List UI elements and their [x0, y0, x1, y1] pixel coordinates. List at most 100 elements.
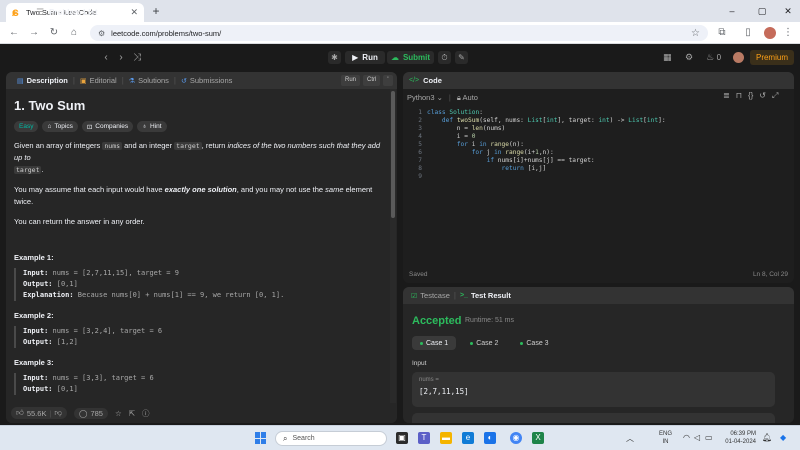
streak-counter[interactable]: ♨ 0	[706, 51, 721, 64]
scrollbar-thumb[interactable]	[391, 91, 395, 218]
tab-submissions-label: Submissions	[189, 76, 233, 85]
topics-label: Topics	[54, 123, 73, 130]
taskbar-search[interactable]: ⌕ Search	[275, 431, 387, 446]
problem-list-link[interactable]: ☰ Problem List	[36, 6, 98, 19]
chevron-up-icon[interactable]: ︿	[626, 433, 634, 444]
code-editor[interactable]: 1 class Solution: 2 def twoSum(self, nums…	[403, 108, 794, 263]
case-3-tab[interactable]: Case 3	[512, 336, 556, 350]
input-label: Input:	[23, 327, 49, 335]
layout-grid-icon[interactable]: ▦	[663, 51, 672, 64]
close-window-button[interactable]: ✕	[778, 3, 798, 19]
lightbulb-icon: ♁	[142, 123, 148, 130]
line-number: 9	[418, 173, 422, 180]
editor-statusbar: Saved Ln 8, Col 29	[403, 266, 794, 283]
reload-button[interactable]: ↻	[46, 25, 62, 41]
reset-icon[interactable]: ↺	[759, 91, 766, 101]
shuffle-icon[interactable]: ⤨	[131, 51, 143, 64]
auto-mode-label: Auto	[462, 92, 478, 102]
extensions-icon[interactable]: ⧉	[714, 25, 730, 41]
chrome-icon[interactable]: ◉	[510, 432, 522, 444]
description-paragraph-3: You can return the answer in any order.	[14, 217, 145, 226]
auto-mode-toggle[interactable]: 🔒︎ Auto	[457, 93, 478, 103]
back-button[interactable]: ←	[6, 25, 22, 41]
tab-description[interactable]: ▤ Description	[12, 72, 73, 89]
share-icon[interactable]: ⇱	[129, 409, 135, 418]
description-paragraph-1: Given an array of integers nums and an i…	[14, 140, 384, 176]
run-button[interactable]: ▶ Run	[345, 51, 385, 64]
case-1-tab[interactable]: Case 1	[412, 336, 457, 350]
tab-solutions-label: Solutions	[138, 76, 169, 85]
inline-code-nums: nums	[102, 142, 123, 150]
code-line: for i in range(n):	[456, 141, 524, 148]
description-scrollbar[interactable]	[390, 89, 396, 414]
volume-icon[interactable]: ◁	[694, 433, 700, 442]
teams-icon[interactable]: T	[418, 432, 430, 444]
minimize-button[interactable]: –	[722, 3, 742, 19]
thumbs-down-icon[interactable]: 👎︎	[54, 408, 62, 418]
store-icon[interactable]: ◐	[484, 432, 496, 444]
leetcode-logo-icon[interactable]: ɕ	[12, 6, 24, 19]
side-panel-icon[interactable]: ▯	[740, 25, 756, 41]
forward-button[interactable]: →	[26, 25, 42, 41]
maximize-button[interactable]: ▢	[752, 3, 772, 19]
edge-icon[interactable]: e	[462, 432, 474, 444]
lock-icon: 🔒︎	[456, 92, 461, 102]
browser-profile-avatar[interactable]	[764, 27, 776, 39]
tab-editorial-label: Editorial	[89, 76, 117, 85]
submit-button[interactable]: ☁ Submit	[387, 51, 434, 64]
language-indicator[interactable]: ENG IN	[659, 430, 672, 446]
line-number: 7	[418, 157, 422, 164]
bookmark-icon[interactable]: ⊓	[736, 91, 742, 101]
premium-button[interactable]: Premium	[750, 50, 794, 65]
close-tab-icon[interactable]: ✕	[130, 7, 138, 18]
favorite-star-icon[interactable]: ☆	[115, 409, 122, 418]
language-select[interactable]: Python3 ⌄	[407, 93, 443, 102]
url-text: leetcode.com/problems/two-sum/	[111, 28, 222, 38]
excel-icon[interactable]: X	[532, 432, 544, 444]
code-line: i = 0	[427, 133, 476, 140]
clock[interactable]: 06:39 PM 01-04-2024	[718, 430, 756, 446]
case-2-tab[interactable]: Case 2	[462, 336, 506, 350]
debug-icon[interactable]: ✱	[328, 51, 341, 64]
code-tab[interactable]: </> Code	[403, 72, 794, 89]
companies-chip[interactable]: ⊡ Companies	[81, 121, 134, 132]
copilot-icon[interactable]: ◆	[780, 433, 786, 442]
windows-start-icon[interactable]	[255, 432, 267, 444]
tab-solutions[interactable]: ⚗ Solutions	[124, 72, 174, 89]
file-explorer-icon[interactable]: ▬	[440, 432, 452, 444]
home-button[interactable]: ⌂	[66, 25, 82, 41]
thumbs-up-icon[interactable]: 👍︎	[16, 408, 24, 418]
tab-submissions[interactable]: ↺ Submissions	[176, 72, 237, 89]
fullscreen-icon[interactable]: ⤢	[772, 91, 778, 101]
bookmark-star-icon[interactable]: ☆	[691, 28, 700, 39]
run-shortcut-hint: Run Ctrl '	[341, 75, 393, 86]
tab-description-label: Description	[26, 76, 68, 85]
next-problem-icon[interactable]: ›	[115, 51, 127, 64]
problem-title[interactable]: 1. Two Sum	[14, 98, 384, 113]
notes-icon[interactable]: ✎	[455, 51, 468, 64]
comments-button[interactable]: ◯ 785	[74, 407, 108, 419]
browser-menu-icon[interactable]: ⋮	[780, 25, 796, 41]
tab-testcase[interactable]: ☑ Testcase	[407, 287, 454, 304]
editor-actions: ≣ ⊓ {} ↺ ⤢	[723, 91, 778, 101]
address-bar[interactable]: ⚙ leetcode.com/problems/two-sum/ ☆	[90, 25, 708, 41]
wifi-icon[interactable]: ◠	[683, 433, 690, 442]
prev-problem-icon[interactable]: ‹	[100, 51, 112, 64]
problem-list-label: Problem List	[49, 8, 98, 17]
timer-icon[interactable]: ⏱	[438, 51, 451, 64]
tab-test-result[interactable]: >_ Test Result	[456, 287, 515, 304]
hint-chip[interactable]: ♁ Hint	[137, 121, 167, 132]
notification-bell-icon[interactable]: 🔔︎	[762, 433, 772, 442]
braces-icon[interactable]: {}	[748, 91, 753, 101]
battery-icon[interactable]: ▭	[705, 433, 713, 442]
desc-emphasis: same	[325, 185, 344, 194]
site-info-icon[interactable]: ⚙	[98, 29, 105, 38]
settings-gear-icon[interactable]: ⚙	[685, 51, 693, 64]
tab-editorial[interactable]: ▣ Editorial	[75, 72, 122, 89]
format-icon[interactable]: ≣	[723, 91, 730, 101]
task-view-icon[interactable]: ▣	[396, 432, 408, 444]
new-tab-button[interactable]: +	[148, 3, 164, 19]
user-avatar[interactable]	[733, 52, 744, 63]
topics-chip[interactable]: ⌂ Topics	[42, 121, 78, 132]
help-icon[interactable]: ⓘ	[142, 408, 150, 419]
